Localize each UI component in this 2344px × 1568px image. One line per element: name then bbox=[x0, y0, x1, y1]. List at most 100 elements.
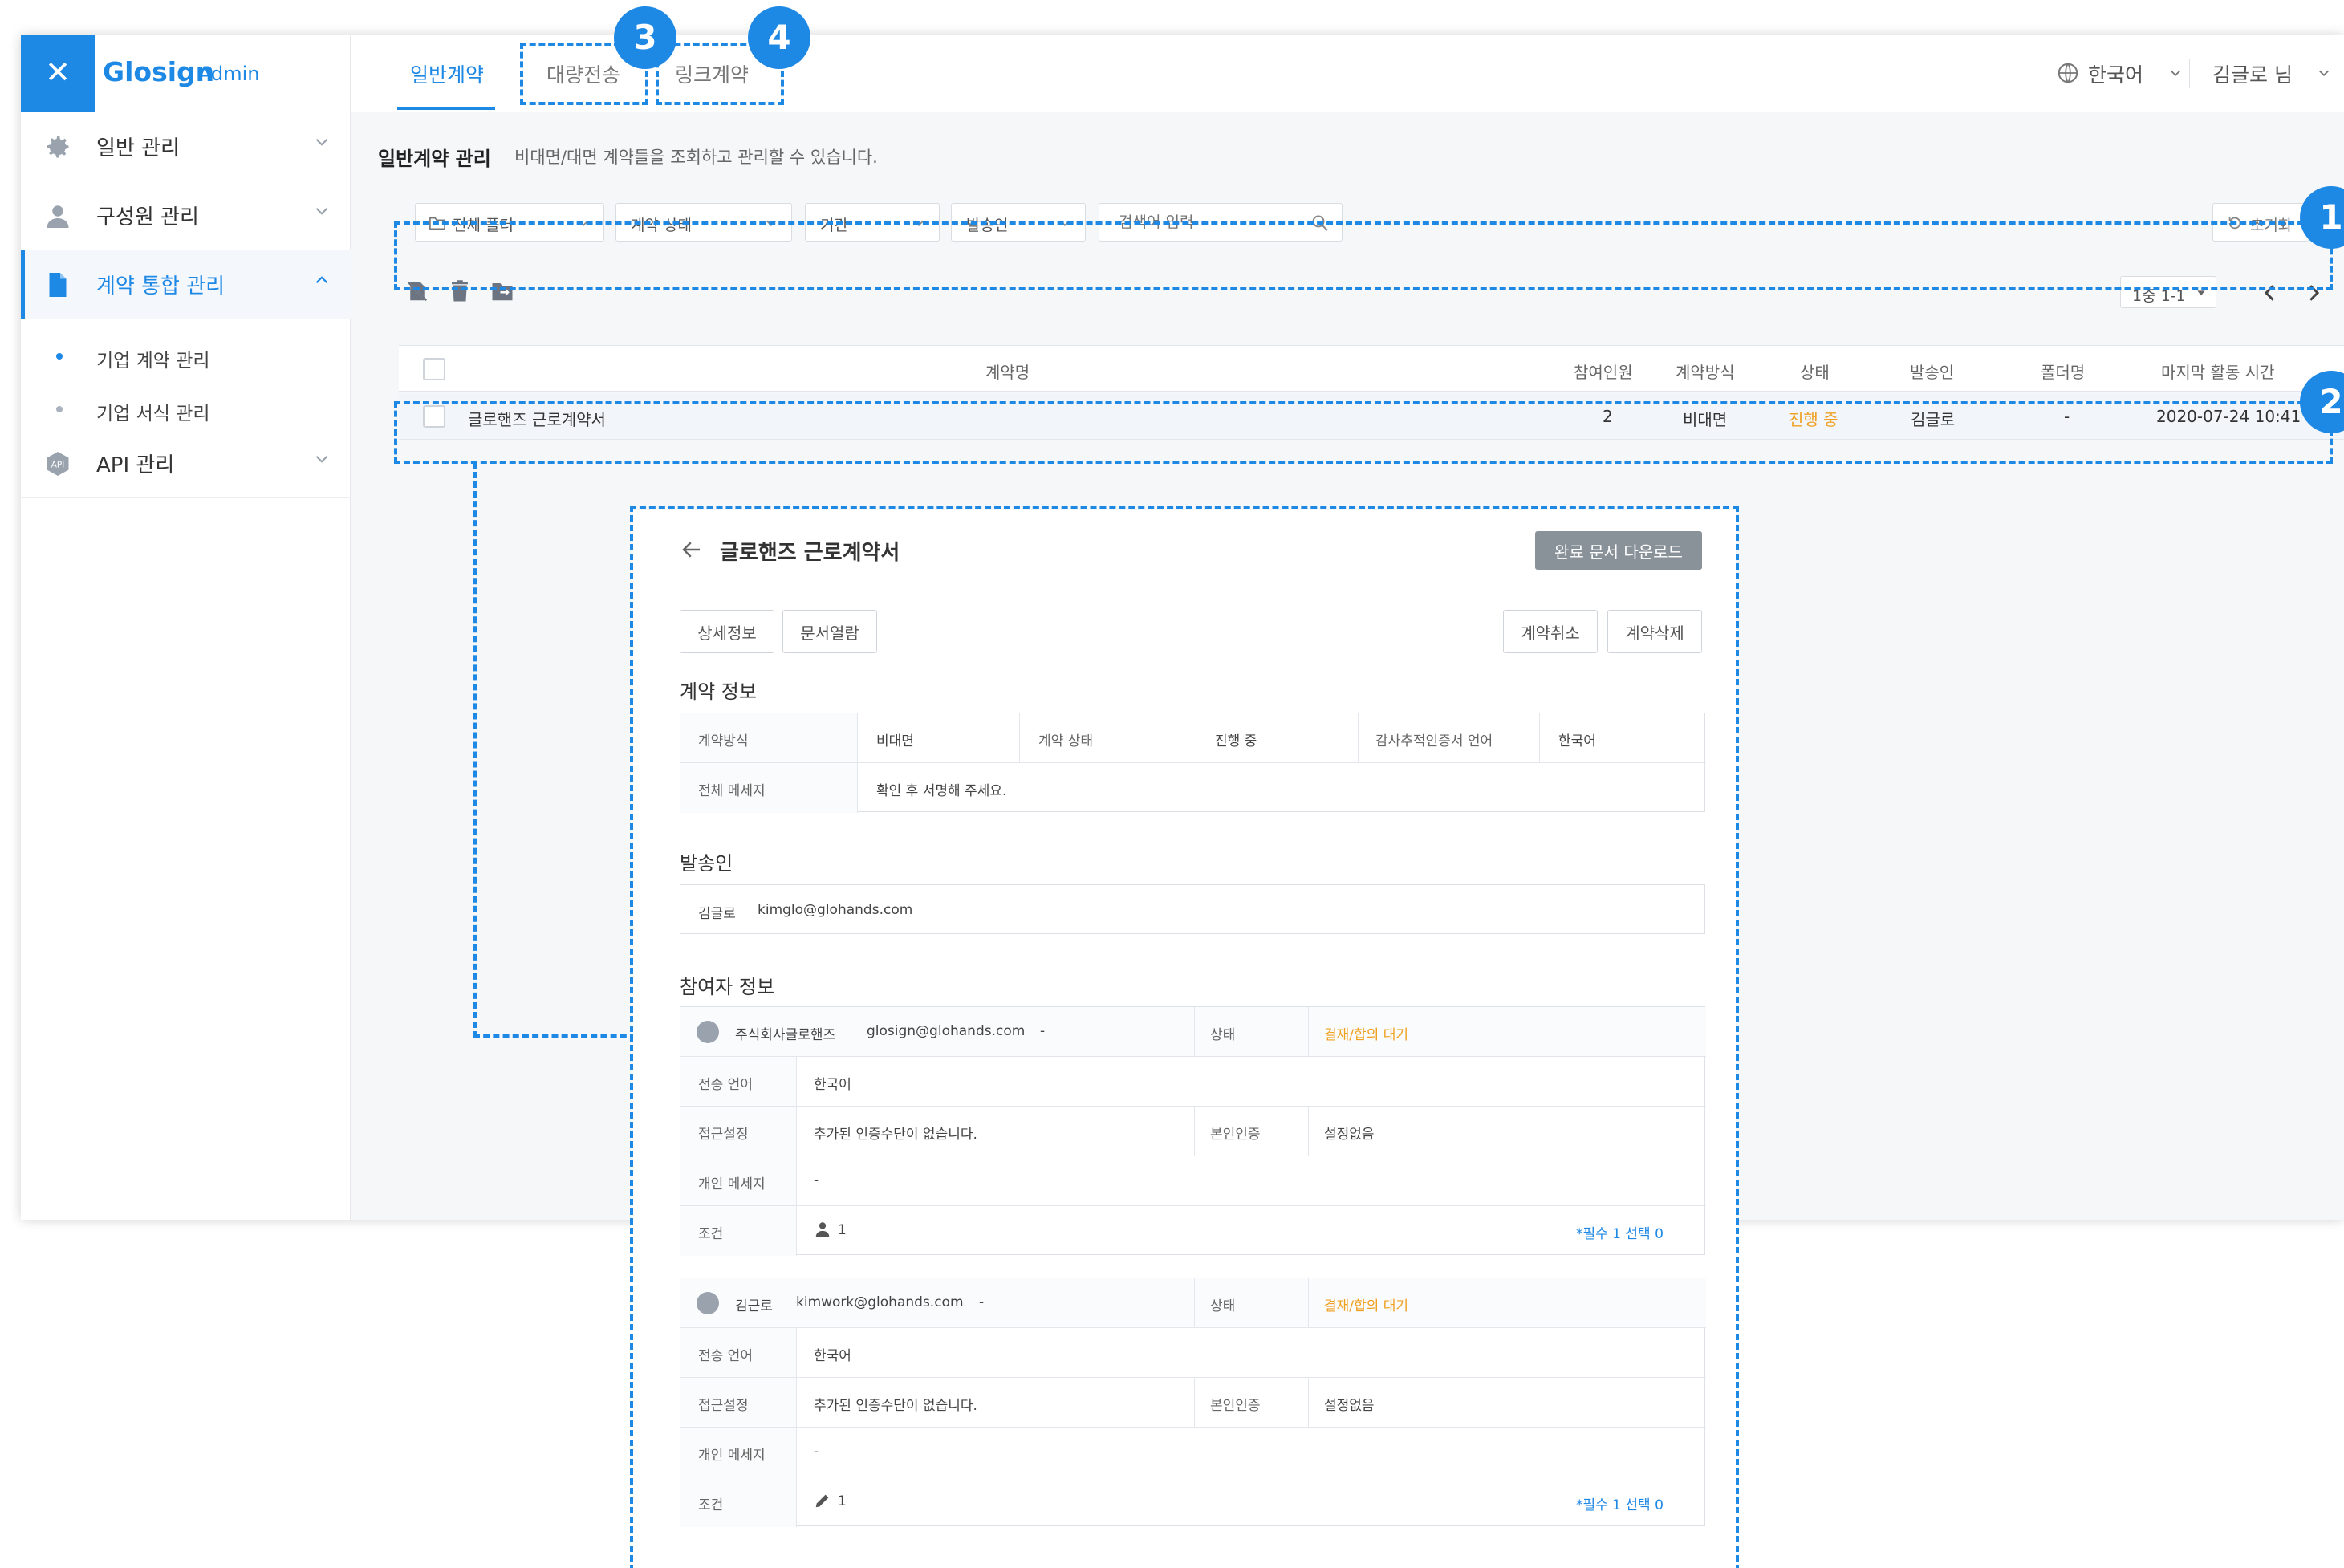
divider bbox=[796, 1327, 797, 1527]
cert-language-label: 감사추적인증서 언어 bbox=[1375, 733, 1493, 749]
requirement-summary: *필수 1 선택 0 bbox=[1576, 1226, 1664, 1242]
divider bbox=[680, 1106, 1706, 1107]
person-icon bbox=[815, 1222, 830, 1237]
participant-email: kimwork@glohands.com bbox=[796, 1294, 964, 1310]
sidebar-subitem-company-templates[interactable]: 기업 서식 관리 bbox=[21, 382, 351, 435]
divider bbox=[1358, 713, 1359, 762]
gear-icon bbox=[47, 136, 69, 158]
sender-box: 김글로 kimglo@glohands.com bbox=[680, 884, 1705, 934]
participant-status: 결재/합의 대기 bbox=[1324, 1298, 1408, 1314]
svg-text:API: API bbox=[51, 461, 65, 470]
personal-message-value: - bbox=[814, 1172, 819, 1188]
send-language-label: 전송 언어 bbox=[698, 1348, 753, 1364]
chevron-down-icon bbox=[2170, 70, 2181, 77]
avatar bbox=[697, 1021, 719, 1043]
sidebar: ✕ Glosign Admin 일반 관리 구성원 관리 계약 통합 관리 기업… bbox=[21, 35, 351, 1220]
sidebar-item-contracts[interactable]: 계약 통합 관리 bbox=[21, 250, 351, 319]
cert-language-value: 한국어 bbox=[1558, 733, 1596, 749]
column-header: 참여인원 bbox=[1574, 363, 1633, 382]
download-completed-button[interactable]: 완료 문서 다운로드 bbox=[1535, 531, 1702, 570]
participant-name: 주식회사글로핸즈 bbox=[735, 1027, 836, 1043]
view-document-button[interactable]: 문서열람 bbox=[782, 610, 877, 653]
column-header: 폴더명 bbox=[2041, 363, 2086, 382]
bullet-dot bbox=[56, 353, 63, 360]
sidebar-item-label: API 관리 bbox=[96, 453, 175, 477]
column-header: 계약명 bbox=[985, 363, 1030, 382]
select-all-checkbox[interactable] bbox=[423, 358, 445, 380]
status-label: 상태 bbox=[1210, 1298, 1236, 1314]
participant-email: glosign@glohands.com bbox=[867, 1023, 1026, 1039]
sidebar-item-members[interactable]: 구성원 관리 bbox=[21, 181, 351, 250]
column-header: 마지막 활동 시간 bbox=[2161, 363, 2275, 382]
divider bbox=[1308, 1278, 1309, 1327]
status-value: 진행 중 bbox=[1215, 733, 1257, 749]
personal-message-label: 개인 메세지 bbox=[698, 1448, 766, 1464]
sidebar-subitem-company-contracts[interactable]: 기업 계약 관리 bbox=[21, 329, 351, 382]
sender-name: 김글로 bbox=[698, 906, 736, 922]
page-description: 비대면/대면 계약들을 조회하고 관리할 수 있습니다. bbox=[514, 148, 878, 167]
detail-info-button[interactable]: 상세정보 bbox=[680, 610, 774, 653]
participant-status: 결재/합의 대기 bbox=[1324, 1027, 1408, 1043]
brand-bar: ✕ Glosign Admin bbox=[21, 35, 351, 112]
access-value: 추가된 인증수단이 없습니다. bbox=[814, 1398, 977, 1414]
sidebar-item-general[interactable]: 일반 관리 bbox=[21, 112, 351, 181]
page-title: 일반계약 관리 bbox=[378, 148, 491, 170]
participant-card: 주식회사글로핸즈 glosign@glohands.com - 상태 결재/합의… bbox=[680, 1006, 1706, 1256]
close-button[interactable]: ✕ bbox=[21, 35, 95, 112]
status-label: 계약 상태 bbox=[1038, 733, 1093, 749]
chevron-down-icon bbox=[315, 455, 328, 463]
divider bbox=[1194, 1278, 1195, 1327]
divider bbox=[680, 1377, 1706, 1378]
sidebar-item-api[interactable]: API API 관리 bbox=[21, 429, 351, 498]
annotation-box-row bbox=[394, 401, 2333, 464]
access-value: 추가된 인증수단이 없습니다. bbox=[814, 1127, 977, 1143]
access-label: 접근설정 bbox=[698, 1398, 749, 1414]
verify-value: 설정없음 bbox=[1324, 1398, 1375, 1414]
divider bbox=[1308, 1106, 1309, 1156]
method-label: 계약방식 bbox=[698, 733, 749, 749]
contract-info-heading: 계약 정보 bbox=[680, 680, 757, 703]
condition-label: 조건 bbox=[698, 1497, 724, 1513]
document-icon bbox=[49, 273, 67, 297]
divider bbox=[1539, 713, 1540, 762]
bullet-dot bbox=[56, 406, 63, 412]
divider bbox=[2189, 59, 2190, 88]
divider bbox=[680, 1056, 1706, 1057]
sidebar-item-label: 계약 통합 관리 bbox=[96, 274, 225, 299]
delete-contract-button[interactable]: 계약삭제 bbox=[1607, 610, 1702, 653]
requirement-summary: *필수 1 선택 0 bbox=[1576, 1497, 1664, 1513]
divider bbox=[1194, 1106, 1195, 1156]
detail-header: 글로핸즈 근로계약서 완료 문서 다운로드 bbox=[633, 510, 1736, 587]
participant-card: 김근로 kimwork@glohands.com - 상태 결재/합의 대기 전… bbox=[680, 1278, 1706, 1527]
divider bbox=[1019, 713, 1020, 762]
divider bbox=[1308, 1007, 1309, 1056]
chevron-up-icon bbox=[315, 276, 328, 284]
person-icon bbox=[47, 205, 69, 228]
column-header: 발송인 bbox=[1910, 363, 1955, 382]
annotation-connector bbox=[473, 462, 477, 1038]
status-label: 상태 bbox=[1210, 1027, 1236, 1043]
verify-value: 설정없음 bbox=[1324, 1127, 1375, 1143]
annotation-box-filters bbox=[394, 221, 2333, 290]
cancel-contract-button[interactable]: 계약취소 bbox=[1503, 610, 1598, 653]
sidebar-item-label: 일반 관리 bbox=[96, 136, 180, 160]
verify-label: 본인인증 bbox=[1210, 1398, 1261, 1414]
chevron-down-icon bbox=[315, 207, 328, 215]
table-header: 계약명 참여인원 계약방식 상태 발송인 폴더명 마지막 활동 시간 bbox=[399, 345, 2344, 392]
sidebar-subitem-label: 기업 계약 관리 bbox=[96, 351, 210, 372]
language-label: 한국어 bbox=[2088, 63, 2144, 87]
screenshot-root: ✕ Glosign Admin 일반 관리 구성원 관리 계약 통합 관리 기업… bbox=[0, 0, 2344, 1568]
message-value: 확인 후 서명해 주세요. bbox=[876, 783, 1007, 799]
back-arrow-icon[interactable] bbox=[680, 538, 704, 562]
divider bbox=[1194, 1377, 1195, 1427]
column-header: 계약방식 bbox=[1676, 363, 1735, 382]
detail-title: 글로핸즈 근로계약서 bbox=[720, 541, 900, 565]
annotation-connector bbox=[473, 1034, 636, 1038]
tab-general-contracts[interactable]: 일반계약 bbox=[410, 59, 484, 88]
sender-email: kimglo@glohands.com bbox=[758, 902, 913, 918]
divider bbox=[680, 1327, 1706, 1328]
divider bbox=[857, 713, 858, 813]
sidebar-item-label: 구성원 관리 bbox=[96, 205, 199, 230]
personal-message-label: 개인 메세지 bbox=[698, 1176, 766, 1192]
chevron-down-icon bbox=[2318, 70, 2330, 77]
